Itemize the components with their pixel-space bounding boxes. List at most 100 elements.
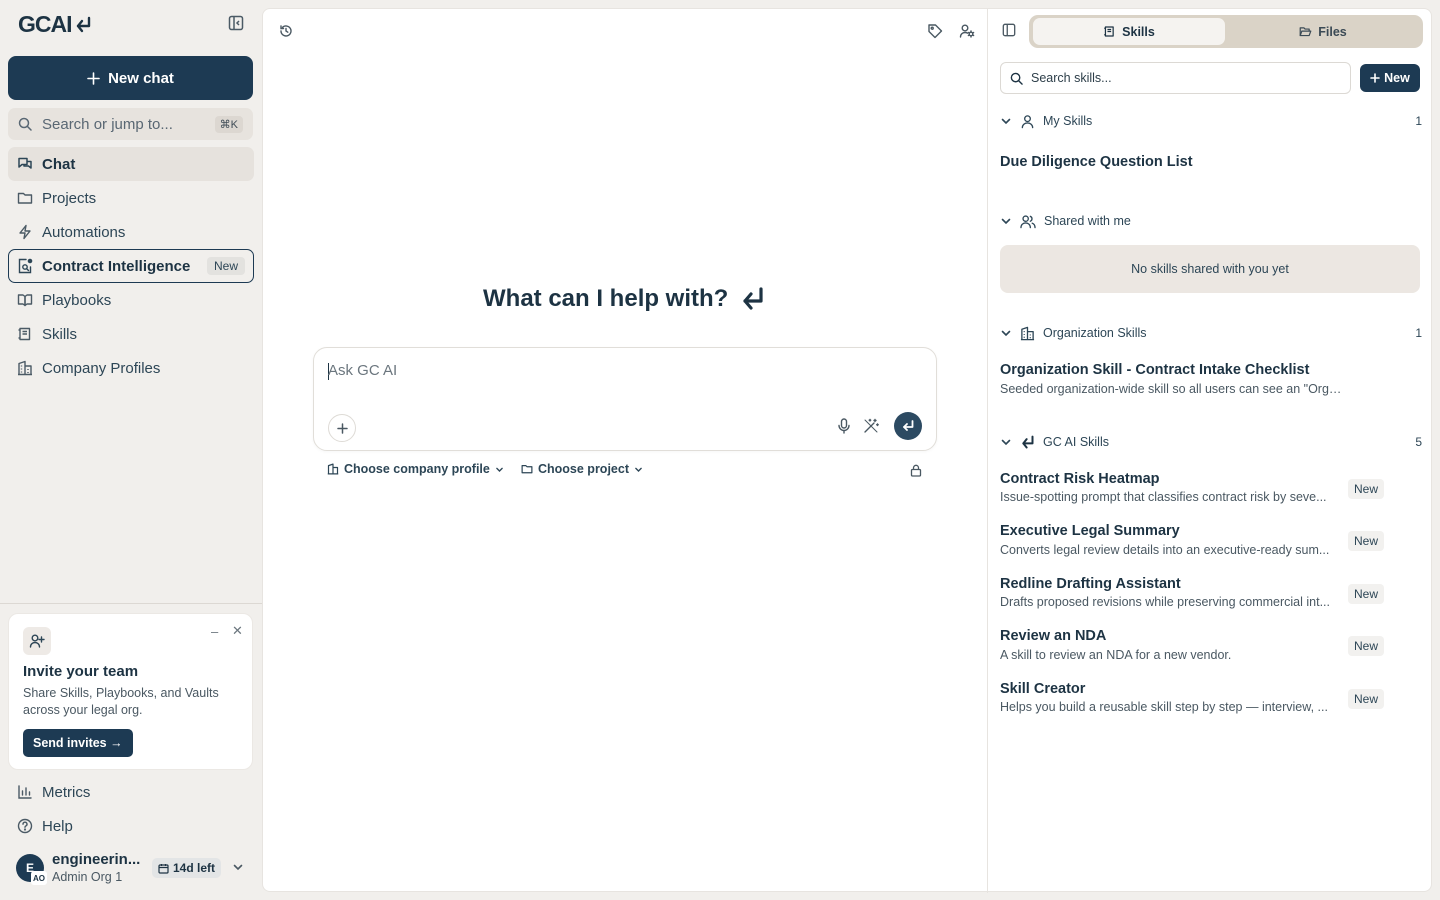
- search-icon: [1010, 72, 1023, 85]
- tab-skills[interactable]: Skills: [1033, 18, 1225, 45]
- skill-item-title[interactable]: Contract Risk Heatmap: [1000, 471, 1160, 487]
- new-badge: New: [1348, 479, 1385, 499]
- section-organization-skills[interactable]: Organization Skills 1: [1000, 323, 1422, 343]
- sidebar-item-label: Help: [42, 817, 73, 835]
- tab-files[interactable]: Files: [1227, 18, 1419, 45]
- section-my-skills[interactable]: My Skills 1: [1000, 111, 1422, 131]
- chevron-down-icon: [1000, 327, 1012, 339]
- skill-item-description: Converts legal review details into an ex…: [1000, 543, 1330, 557]
- folder-open-icon: [1299, 25, 1312, 38]
- company-picker-label: Choose company profile: [344, 462, 490, 476]
- add-user-icon: [23, 627, 51, 655]
- main-panel: What can I help with? Choose company pro…: [262, 8, 1432, 893]
- invite-title: Invite your team: [23, 663, 139, 680]
- user-settings-icon[interactable]: [959, 23, 975, 39]
- plus-icon: [87, 71, 100, 85]
- chevron-down-icon: [1000, 215, 1012, 227]
- chevron-down-icon: [634, 465, 643, 474]
- sidebar-item-contract-intelligence[interactable]: Contract Intelligence New: [8, 249, 254, 283]
- send-invites-button[interactable]: Send invites →: [23, 729, 133, 757]
- bar-chart-icon: [17, 784, 33, 800]
- help-icon: [17, 818, 33, 834]
- sidebar-item-company-profiles[interactable]: Company Profiles: [8, 351, 254, 385]
- empty-state: No skills shared with you yet: [1000, 245, 1420, 293]
- skill-item-title[interactable]: Review an NDA: [1000, 628, 1106, 644]
- skill-item-title[interactable]: Organization Skill - Contract Intake Che…: [1000, 362, 1309, 378]
- tab-label: Skills: [1122, 24, 1155, 39]
- skills-icon: [1103, 25, 1116, 38]
- skills-search-input[interactable]: [1031, 71, 1331, 85]
- collapse-sidebar-icon[interactable]: [228, 15, 246, 33]
- building-icon: [327, 463, 339, 475]
- skills-icon: [17, 326, 33, 342]
- new-chat-label: New chat: [108, 69, 174, 87]
- empty-state-text: No skills shared with you yet: [1131, 262, 1289, 276]
- send-message-button[interactable]: [894, 412, 922, 440]
- skill-item-title[interactable]: Skill Creator: [1000, 681, 1085, 697]
- bolt-icon: [17, 224, 33, 240]
- logo-text: GCAI: [18, 11, 72, 37]
- chat-input[interactable]: [328, 362, 908, 379]
- sidebar-item-label: Automations: [42, 223, 126, 241]
- section-gcai-skills[interactable]: GC AI Skills 5: [1000, 432, 1422, 452]
- lock-icon[interactable]: [910, 464, 922, 477]
- skill-item-description: A skill to review an NDA for a new vendo…: [1000, 648, 1232, 662]
- user-menu[interactable]: E AO engineerin... Admin Org 1 14d left: [16, 850, 256, 886]
- new-badge: New: [1348, 531, 1385, 551]
- avatar: E AO: [16, 854, 47, 885]
- gcai-logo-icon: [1020, 435, 1035, 450]
- sidebar-item-label: Company Profiles: [42, 359, 161, 377]
- calendar-icon: [158, 863, 169, 874]
- tab-label: Files: [1318, 24, 1347, 39]
- sidebar-item-projects[interactable]: Projects: [8, 181, 254, 215]
- skill-item-description: Drafts proposed revisions while preservi…: [1000, 595, 1330, 609]
- skill-item-description: Helps you build a reusable skill step by…: [1000, 700, 1328, 714]
- skill-item-title[interactable]: Due Diligence Question List: [1000, 154, 1193, 170]
- minimize-icon[interactable]: –: [211, 624, 218, 639]
- building-icon: [1020, 326, 1035, 341]
- send-invites-label: Send invites →: [33, 736, 123, 750]
- skill-item-title[interactable]: Executive Legal Summary: [1000, 523, 1180, 539]
- chevron-down-icon[interactable]: [232, 861, 244, 873]
- attach-button[interactable]: [328, 414, 356, 442]
- panel-divider: [987, 9, 988, 893]
- sidebar-nav: Chat Projects Automations Contract Intel…: [8, 147, 254, 385]
- app-logo[interactable]: GCAI: [18, 11, 92, 38]
- building-icon: [17, 360, 33, 376]
- new-chat-button[interactable]: New chat: [8, 56, 253, 100]
- user-org: Admin Org 1: [52, 870, 123, 884]
- microphone-icon[interactable]: [837, 418, 851, 434]
- new-skill-button[interactable]: New: [1360, 64, 1420, 92]
- new-skill-label: New: [1384, 71, 1410, 85]
- section-count: 1: [1415, 114, 1422, 128]
- skill-item-title[interactable]: Redline Drafting Assistant: [1000, 576, 1181, 592]
- close-icon[interactable]: ✕: [232, 623, 243, 639]
- section-title: Shared with me: [1044, 214, 1131, 228]
- sidebar-item-help[interactable]: Help: [8, 809, 254, 843]
- project-picker[interactable]: Choose project: [521, 462, 643, 476]
- section-count: 5: [1415, 435, 1422, 449]
- sidebar-item-label: Contract Intelligence: [42, 257, 191, 275]
- users-icon: [1020, 214, 1036, 229]
- sidebar-item-skills[interactable]: Skills: [8, 317, 254, 351]
- chevron-down-icon: [495, 465, 504, 474]
- search-jump-input[interactable]: Search or jump to... ⌘K: [8, 108, 253, 140]
- company-profile-picker[interactable]: Choose company profile: [327, 462, 504, 476]
- sidebar-item-label: Chat: [42, 155, 76, 173]
- folder-icon: [521, 463, 533, 475]
- sidebar-item-automations[interactable]: Automations: [8, 215, 254, 249]
- section-title: Organization Skills: [1043, 326, 1147, 340]
- skill-item-description: Issue-spotting prompt that classifies co…: [1000, 490, 1327, 504]
- section-shared-with-me[interactable]: Shared with me: [1000, 211, 1422, 231]
- skills-search-field[interactable]: [1000, 62, 1351, 94]
- sidebar-item-metrics[interactable]: Metrics: [8, 775, 254, 809]
- toggle-right-panel-icon[interactable]: [1002, 23, 1016, 37]
- magic-wand-icon[interactable]: [863, 418, 879, 434]
- history-icon[interactable]: [279, 24, 293, 38]
- page-title: What can I help with?: [483, 285, 766, 313]
- sidebar-item-chat[interactable]: Chat: [8, 147, 254, 181]
- chat-composer: [313, 347, 937, 451]
- skills-files-tabs: Skills Files: [1029, 15, 1423, 48]
- sidebar-item-playbooks[interactable]: Playbooks: [8, 283, 254, 317]
- tag-icon[interactable]: [927, 23, 943, 39]
